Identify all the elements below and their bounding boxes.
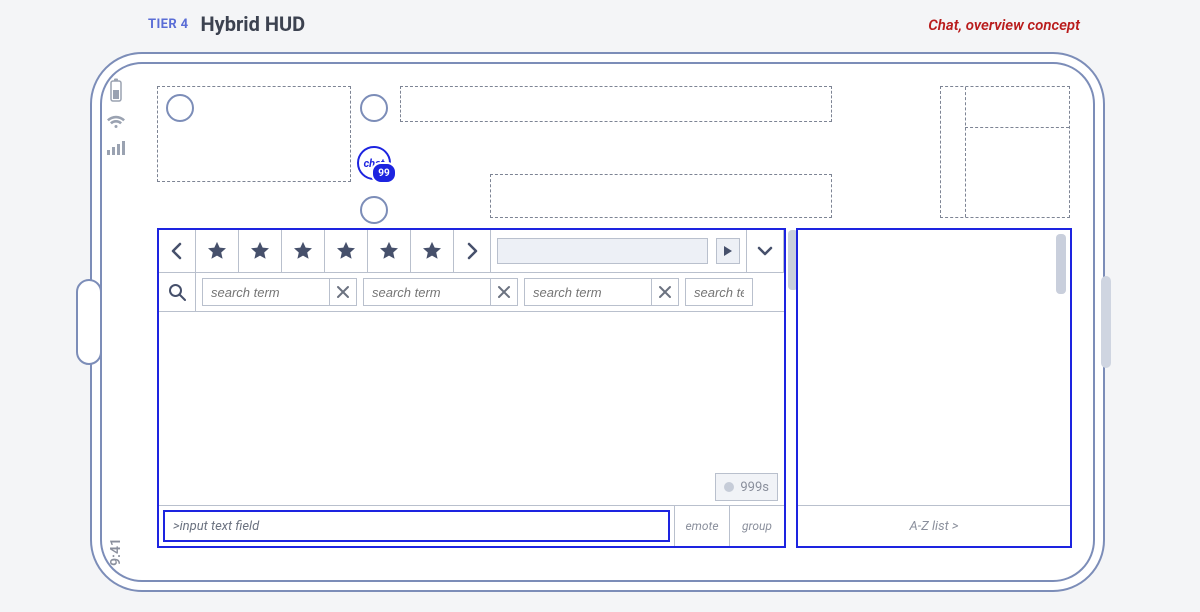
hud-orb-1[interactable] xyxy=(360,94,388,122)
search-input-3[interactable] xyxy=(525,285,651,300)
status-bar: 9:41 xyxy=(102,78,130,566)
wifi-icon xyxy=(106,114,126,130)
chat-unread-badge: 99 xyxy=(371,162,397,184)
tier-label: TIER 4 xyxy=(148,17,189,32)
chat-input-field[interactable]: >input text field xyxy=(163,510,670,542)
typing-dot-icon xyxy=(724,482,734,492)
home-indicator xyxy=(1101,276,1111,368)
hud-slot-minimap xyxy=(940,86,1070,218)
channel-dropdown[interactable] xyxy=(747,230,784,272)
page-title: Hybrid HUD xyxy=(201,12,306,36)
search-icon[interactable] xyxy=(159,273,196,311)
clear-search-3[interactable] xyxy=(651,279,678,305)
avatar-placeholder xyxy=(166,94,194,122)
page-subtitle: Chat, overview concept xyxy=(928,16,1080,34)
emote-button[interactable]: emote xyxy=(674,506,729,546)
search-chip-4 xyxy=(685,278,753,306)
chat-search-row xyxy=(159,273,784,312)
channel-name-field[interactable] xyxy=(497,238,708,264)
roster-list[interactable] xyxy=(798,230,1070,505)
hud-slot-top-bar xyxy=(400,86,832,122)
chat-panel: 999s >input text field emote group xyxy=(157,228,786,548)
search-input-1[interactable] xyxy=(203,285,329,300)
favorite-tab-4[interactable] xyxy=(325,230,368,272)
roster-panel: A-Z list > xyxy=(796,228,1072,548)
roster-sort-button[interactable]: A-Z list > xyxy=(798,505,1070,546)
hud-slot-mid-bar xyxy=(490,174,832,218)
chat-bubble-button[interactable]: chat 99 xyxy=(357,146,391,180)
signal-icon xyxy=(106,140,126,156)
camera-notch xyxy=(76,279,102,365)
tabs-scroll-right[interactable] xyxy=(454,230,491,272)
clear-search-2[interactable] xyxy=(490,279,517,305)
status-clock: 9:41 xyxy=(108,538,124,566)
group-button[interactable]: group xyxy=(729,506,784,546)
hud-orb-2[interactable] xyxy=(360,196,388,224)
search-chip-3 xyxy=(524,278,679,306)
channel-selector[interactable] xyxy=(491,230,747,272)
chat-input-placeholder: >input text field xyxy=(173,519,259,534)
search-input-2[interactable] xyxy=(364,285,490,300)
favorite-tab-2[interactable] xyxy=(239,230,282,272)
favorite-tab-6[interactable] xyxy=(411,230,454,272)
favorite-tab-1[interactable] xyxy=(196,230,239,272)
search-chip-2 xyxy=(363,278,518,306)
typing-indicator: 999s xyxy=(715,473,778,501)
favorite-tab-3[interactable] xyxy=(282,230,325,272)
chat-tab-row xyxy=(159,230,784,273)
search-input-4[interactable] xyxy=(686,285,752,300)
tabs-scroll-left[interactable] xyxy=(159,230,196,272)
roster-scrollbar[interactable] xyxy=(1056,234,1066,294)
favorite-tab-5[interactable] xyxy=(368,230,411,272)
device-frame: 9:41 chat 99 xyxy=(90,52,1105,592)
chat-message-area[interactable]: 999s xyxy=(159,312,784,505)
channel-go-button[interactable] xyxy=(716,238,740,264)
battery-icon xyxy=(109,78,123,104)
clear-search-1[interactable] xyxy=(329,279,356,305)
chat-input-bar: >input text field emote group xyxy=(159,505,784,546)
typing-timer: 999s xyxy=(740,480,769,495)
search-chip-1 xyxy=(202,278,357,306)
